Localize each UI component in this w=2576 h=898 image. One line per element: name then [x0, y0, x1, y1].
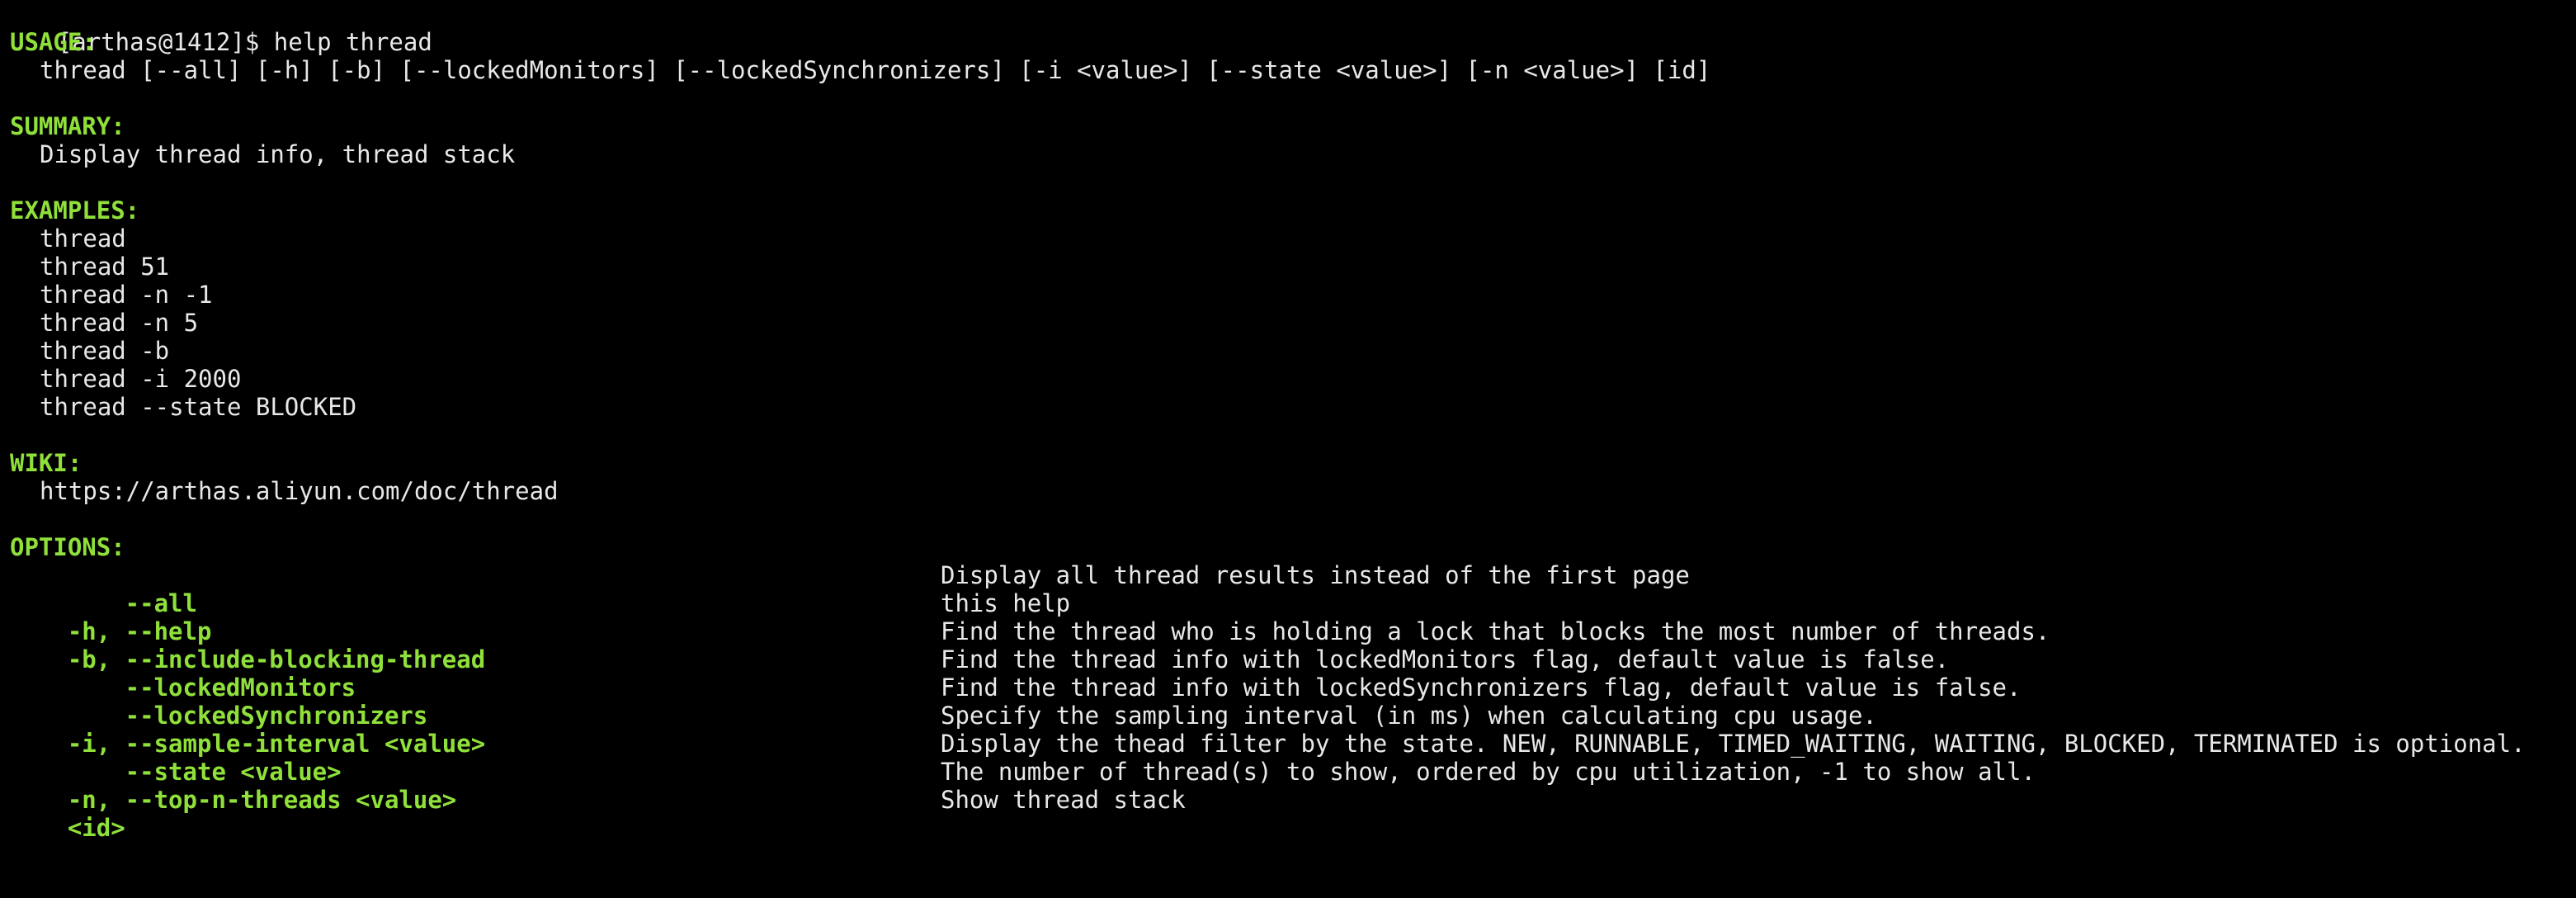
option-description: Display the thead filter by the state. N… [941, 730, 2526, 758]
option-flag: <id> [67, 814, 125, 842]
option-row-state: --state <value> Display the thead filter… [10, 730, 2568, 786]
option-description: Specify the sampling interval (in ms) wh… [941, 702, 1877, 730]
usage-heading: USAGE: [10, 28, 97, 56]
option-row-top-n: -n, --top-n-threads <value> The number o… [10, 758, 2568, 814]
summary-text: Display thread info, thread stack [40, 140, 516, 168]
examples-heading: EXAMPLES: [10, 196, 140, 224]
option-row-sample-interval: -i, --sample-interval <value> Specify th… [10, 702, 2568, 758]
terminal-window[interactable]: [arthas@1412]$ help thread USAGE: thread… [0, 0, 2576, 842]
example-item: thread [40, 224, 126, 253]
usage-text: thread [--all] [-h] [-b] [--lockedMonito… [40, 56, 1711, 84]
option-description: this help [941, 589, 1071, 617]
example-item: thread -i 2000 [40, 365, 242, 393]
option-description: Display all thread results instead of th… [941, 561, 1690, 589]
typed-command: help thread [273, 28, 432, 56]
option-row-locked-synchronizers: --lockedSynchronizers Find the thread in… [10, 674, 2568, 730]
prompt-line: [arthas@1412]$ help thread [0, 0, 432, 56]
option-row-id: <id> Show thread stack [10, 786, 2568, 842]
option-row-all: --all Display all thread results instead… [10, 561, 2568, 617]
option-description: Find the thread info with lockedSynchron… [941, 674, 2022, 702]
example-item: thread -n -1 [40, 281, 213, 309]
summary-heading: SUMMARY: [10, 112, 125, 140]
option-description: The number of thread(s) to show, ordered… [941, 758, 2036, 786]
example-item: thread -n 5 [40, 309, 199, 337]
example-item: thread --state BLOCKED [40, 393, 357, 421]
options-heading: OPTIONS: [10, 533, 125, 561]
example-item: thread 51 [40, 253, 170, 281]
option-description: Show thread stack [941, 786, 1186, 814]
wiki-link[interactable]: https://arthas.aliyun.com/doc/thread [40, 477, 559, 505]
option-description: Find the thread who is holding a lock th… [941, 617, 2050, 645]
wiki-heading: WIKI: [10, 449, 83, 477]
option-description: Find the thread info with lockedMonitors… [941, 645, 1950, 674]
option-row-locked-monitors: --lockedMonitors Find the thread info wi… [10, 645, 2568, 702]
example-item: thread -b [40, 337, 170, 365]
option-row-help: -h, --help this help [10, 589, 2568, 645]
option-row-blocking: -b, --include-blocking-thread Find the t… [10, 617, 2568, 674]
